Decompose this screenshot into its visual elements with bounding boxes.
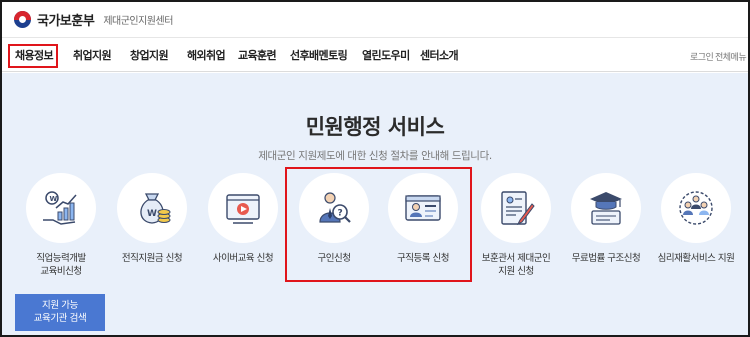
cta-line-2: 교육기관 검색 — [33, 313, 87, 324]
svg-text:W: W — [50, 195, 58, 203]
nav-item-employment-support[interactable]: 취업지원 — [73, 47, 112, 63]
nav-item-open-helper[interactable]: 열린도우미 — [362, 47, 410, 63]
service-item-job-offer[interactable]: ? 구인신청 — [294, 173, 374, 265]
taegeuk-logo-icon — [14, 11, 31, 28]
service-label: 직업능력개발 교육비신청 — [36, 253, 86, 277]
id-card-icon — [388, 173, 458, 243]
browser-frame: 국가보훈부 제대군인지원센터 채용정보 취업지원 창업지원 해외취업 교육훈련 … — [0, 0, 750, 337]
money-bag-icon: W — [117, 173, 187, 243]
recruiter-search-icon: ? — [299, 173, 369, 243]
logo-subtitle: 제대군인지원센터 — [103, 16, 173, 27]
service-item-job-seeker-registration[interactable]: 구직등록 신청 — [383, 173, 463, 265]
main-nav: 채용정보 취업지원 창업지원 해외취업 교육훈련 선후배멘토링 열린도우미 센터… — [2, 39, 748, 72]
section-title: 민원행정 서비스 — [305, 115, 445, 139]
service-label: 사이버교육 신청 — [212, 253, 274, 264]
document-pen-icon — [481, 173, 551, 243]
svg-text:?: ? — [338, 209, 343, 219]
service-item-cyber-education[interactable]: 사이버교육 신청 — [203, 173, 283, 265]
service-item-transition-grant[interactable]: W 전직지원금 신청 — [112, 173, 192, 265]
graduation-cap-icon — [571, 173, 641, 243]
service-item-free-legal-aid[interactable]: 무료법률 구조신청 — [566, 173, 646, 265]
nav-item-education[interactable]: 교육훈련 — [238, 47, 277, 63]
search-institution-button[interactable]: 지원 가능 교육기관 검색 — [15, 294, 105, 331]
service-item-veterans-office-support[interactable]: 보훈관서 제대군인 지원 신청 — [476, 173, 556, 278]
service-item-psych-rehab[interactable]: 심리재활서비스 지원 — [656, 173, 736, 265]
service-label: 보훈관서 제대군인 지원 신청 — [481, 253, 551, 277]
counseling-people-icon — [661, 173, 731, 243]
nav-item-startup-support[interactable]: 창업지원 — [130, 47, 169, 63]
site-header: 국가보훈부 제대군인지원센터 — [2, 2, 748, 38]
cta-line-1: 지원 가능 — [42, 300, 78, 311]
service-item-training-cost[interactable]: W 직업능력개발 교육비신청 — [21, 173, 101, 278]
nav-item-mentoring[interactable]: 선후배멘토링 — [290, 47, 348, 63]
section-subtitle: 제대군인 지원제도에 대한 신청 절차를 안내해 드립니다. — [258, 150, 492, 162]
logo-text: 국가보훈부 — [37, 14, 95, 29]
service-label: 심리재활서비스 지원 — [657, 253, 735, 264]
nav-item-center-intro[interactable]: 센터소개 — [420, 47, 459, 63]
site-logo[interactable]: 국가보훈부 제대군인지원센터 — [14, 10, 173, 29]
service-label: 구직등록 신청 — [397, 253, 449, 264]
civil-service-section: 민원행정 서비스 제대군인 지원제도에 대한 신청 절차를 안내해 드립니다. … — [2, 73, 748, 335]
login-link[interactable]: 로그인 — [690, 50, 714, 63]
nav-item-overseas-jobs[interactable]: 해외취업 — [187, 47, 226, 63]
service-label: 구인신청 — [317, 253, 351, 264]
service-label: 무료법률 구조신청 — [571, 253, 641, 264]
svg-text:W: W — [147, 209, 157, 219]
growth-chart-icon: W — [26, 173, 96, 243]
video-play-icon — [208, 173, 278, 243]
all-menu-link[interactable]: 전체메뉴 — [715, 50, 747, 63]
service-label: 전직지원금 신청 — [121, 253, 183, 264]
nav-item-jobs[interactable]: 채용정보 — [15, 47, 54, 63]
